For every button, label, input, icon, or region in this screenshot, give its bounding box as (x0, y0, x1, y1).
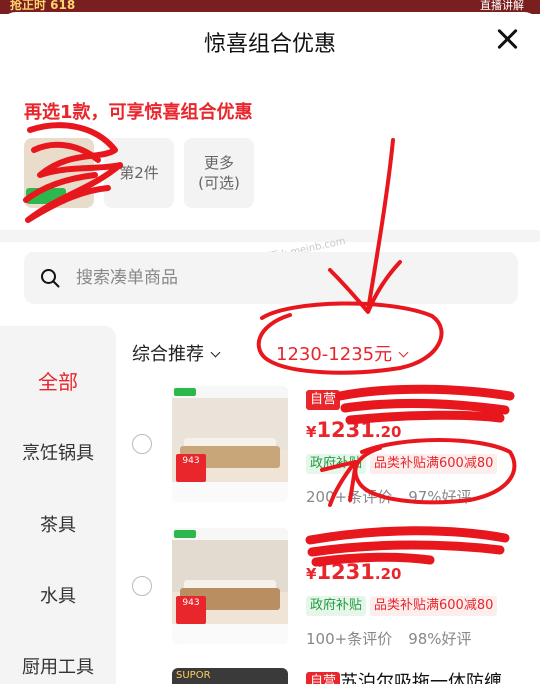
product-price: ¥1231.20 (306, 560, 402, 584)
self-operated-badge: 自营 (306, 390, 341, 410)
search-icon (41, 269, 60, 288)
selected-item-slot[interactable] (24, 138, 94, 208)
thumb-price-tag: 943 (176, 454, 206, 482)
product-image[interactable]: 943 (172, 386, 288, 502)
store-badge (174, 388, 196, 396)
product-select-radio[interactable] (132, 434, 152, 454)
product-select-radio[interactable] (132, 576, 152, 596)
thumb-price-tag: 943 (176, 596, 206, 624)
store-badge (174, 530, 196, 538)
section-divider (0, 230, 540, 242)
product-title: 苏泊尔吸拖一体防缠 (340, 672, 502, 684)
gov-subsidy-tag: 政府补贴 (306, 454, 367, 474)
second-item-slot[interactable]: 第2件 (104, 138, 174, 208)
product-reviews: 100+条评价 98%好评 (306, 630, 472, 648)
promo-tip: 再选1款，可享惊喜组合优惠 (24, 102, 253, 123)
sort-dropdown[interactable]: 综合推荐 (132, 340, 221, 366)
sidebar-item-cookware[interactable]: 烹饪锅具 (0, 439, 116, 465)
chevron-down-icon (398, 347, 409, 358)
close-icon[interactable] (494, 26, 520, 52)
selected-item-price-tag (26, 188, 66, 204)
category-subsidy-tag: 品类补贴满600减80 (370, 454, 498, 474)
product-image[interactable]: 943 (172, 528, 288, 644)
gov-subsidy-tag: 政府补贴 (306, 596, 367, 616)
price-range-label: 1230-1235元 (276, 344, 393, 365)
search-bar[interactable] (24, 252, 518, 304)
product-price: ¥1231.20 (306, 418, 402, 442)
search-input[interactable] (76, 252, 496, 304)
sidebar-item-drinkware[interactable]: 水具 (0, 582, 116, 608)
category-sidebar: 全部 烹饪锅具 茶具 水具 厨用工具 (0, 326, 116, 684)
more-items-slot[interactable]: 更多 (可选) (184, 138, 254, 208)
product-image[interactable]: SUPOR (172, 668, 288, 684)
brand-label: SUPOR (176, 670, 211, 681)
sort-label: 综合推荐 (132, 344, 204, 365)
category-subsidy-tag: 品类补贴满600减80 (370, 596, 498, 616)
self-operated-badge: 自营 (306, 672, 341, 684)
price-range-filter[interactable]: 1230-1235元 (276, 340, 409, 366)
chevron-down-icon (210, 347, 221, 358)
sidebar-item-all[interactable]: 全部 (0, 366, 116, 395)
sidebar-item-teaware[interactable]: 茶具 (0, 511, 116, 537)
sidebar-item-kitchen-tools[interactable]: 厨用工具 (0, 653, 116, 679)
product-reviews: 200+条评价 97%好评 (306, 488, 472, 506)
sheet-title: 惊喜组合优惠 (203, 32, 336, 57)
